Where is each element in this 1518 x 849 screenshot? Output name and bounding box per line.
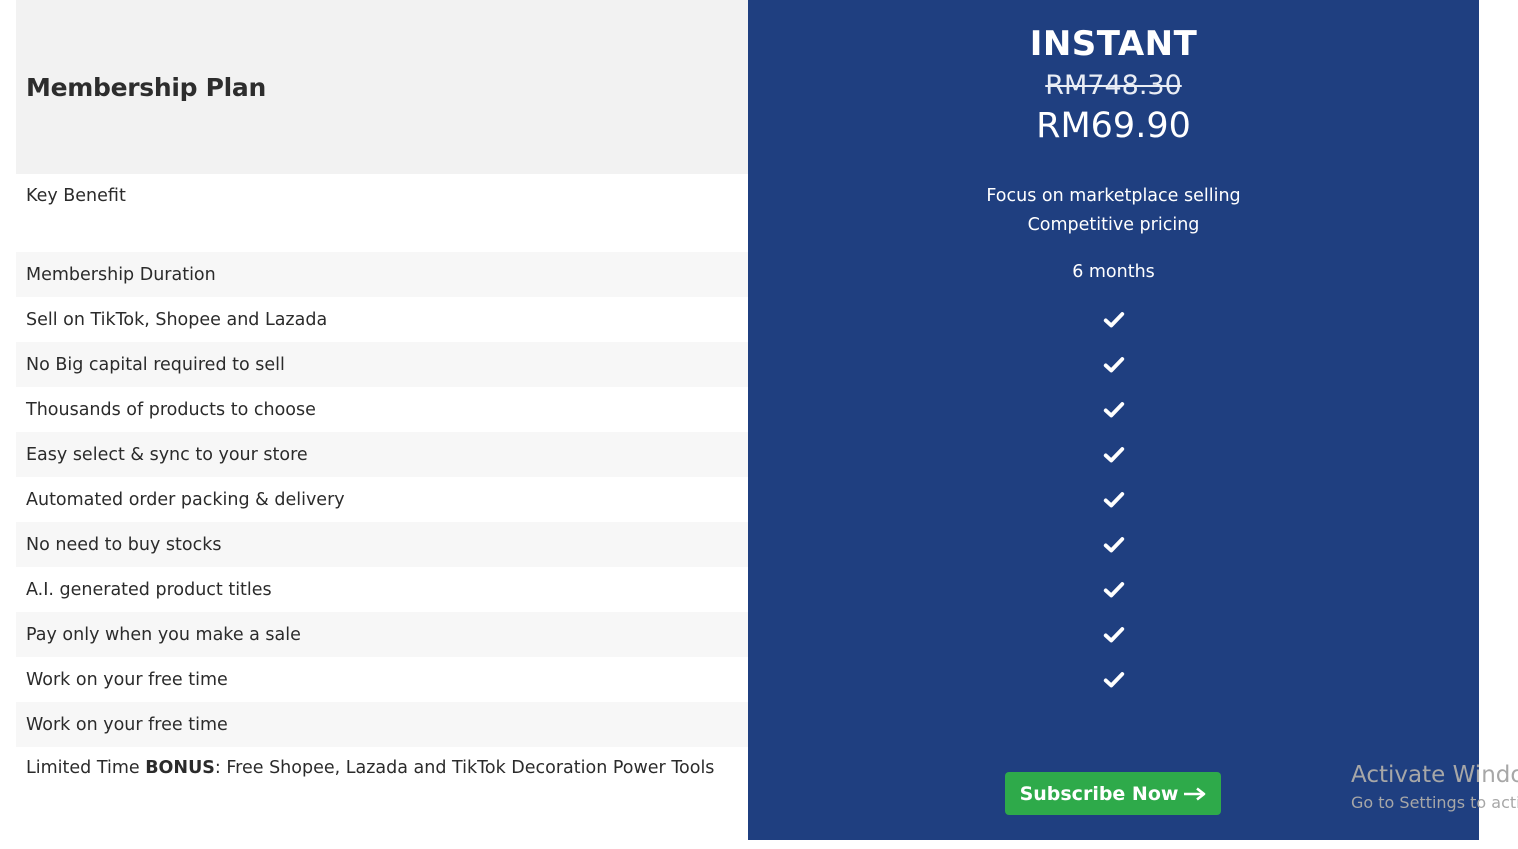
checkmark-icon	[748, 657, 1479, 702]
plan-price: RM69.90	[1036, 106, 1191, 146]
feature-row: Pay only when you make a sale	[16, 612, 748, 657]
feature-rows: Sell on TikTok, Shopee and Lazada No Big …	[16, 297, 748, 747]
checkmark-icon	[748, 522, 1479, 567]
checkmark-icon	[748, 477, 1479, 522]
plan-benefit-1: Focus on marketplace selling	[986, 186, 1241, 206]
checkmark-icon	[748, 342, 1479, 387]
membership-plan-heading: Membership Plan	[26, 72, 266, 102]
bonus-row: Limited Time BONUS: Free Shopee, Lazada …	[16, 747, 748, 837]
plan-benefit-2: Competitive pricing	[1027, 215, 1200, 235]
original-price: RM748.30	[1045, 70, 1182, 101]
bonus-prefix: Limited Time	[26, 758, 146, 778]
table-header-cell: Membership Plan	[16, 0, 748, 174]
plan-name: INSTANT	[1029, 24, 1198, 64]
windows-activation-watermark: Activate Windo Go to Settings to acti	[1351, 760, 1518, 816]
comparison-table-labels: Membership Plan Key Benefit Membership D…	[16, 0, 748, 837]
watermark-subtitle: Go to Settings to acti	[1351, 793, 1518, 812]
checkmark-icon	[748, 387, 1479, 432]
feature-row: A.I. generated product titles	[26, 579, 272, 600]
feature-row: Automated order packing & delivery	[26, 489, 345, 510]
bonus-label: BONUS	[145, 758, 215, 778]
feature-row: Sell on TikTok, Shopee and Lazada	[26, 309, 328, 330]
subscribe-now-button[interactable]: Subscribe Now	[1005, 772, 1221, 815]
watermark-title: Activate Windo	[1351, 762, 1518, 788]
subscribe-button-label: Subscribe Now	[1019, 782, 1179, 805]
membership-duration-label: Membership Duration	[16, 252, 748, 297]
feature-row: Thousands of products to choose	[26, 399, 316, 420]
plan-duration: 6 months	[1072, 262, 1155, 282]
feature-row: No need to buy stocks	[16, 522, 748, 567]
key-benefit-label: Key Benefit	[16, 174, 748, 252]
checkmark-icon	[748, 567, 1479, 612]
arrow-right-icon	[1184, 786, 1206, 801]
bonus-text: : Free Shopee, Lazada and TikTok Decorat…	[214, 758, 715, 778]
plan-column-instant: INSTANT RM748.30 RM69.90 Focus on market…	[748, 0, 1479, 840]
checkmark-icon	[748, 432, 1479, 477]
checkmark-icon	[748, 297, 1479, 342]
feature-row: Work on your free time	[26, 669, 228, 690]
checkmark-icon	[748, 612, 1479, 657]
feature-row: Work on your free time	[16, 702, 748, 747]
feature-row: No Big capital required to sell	[16, 342, 748, 387]
feature-row: Easy select & sync to your store	[16, 432, 748, 477]
